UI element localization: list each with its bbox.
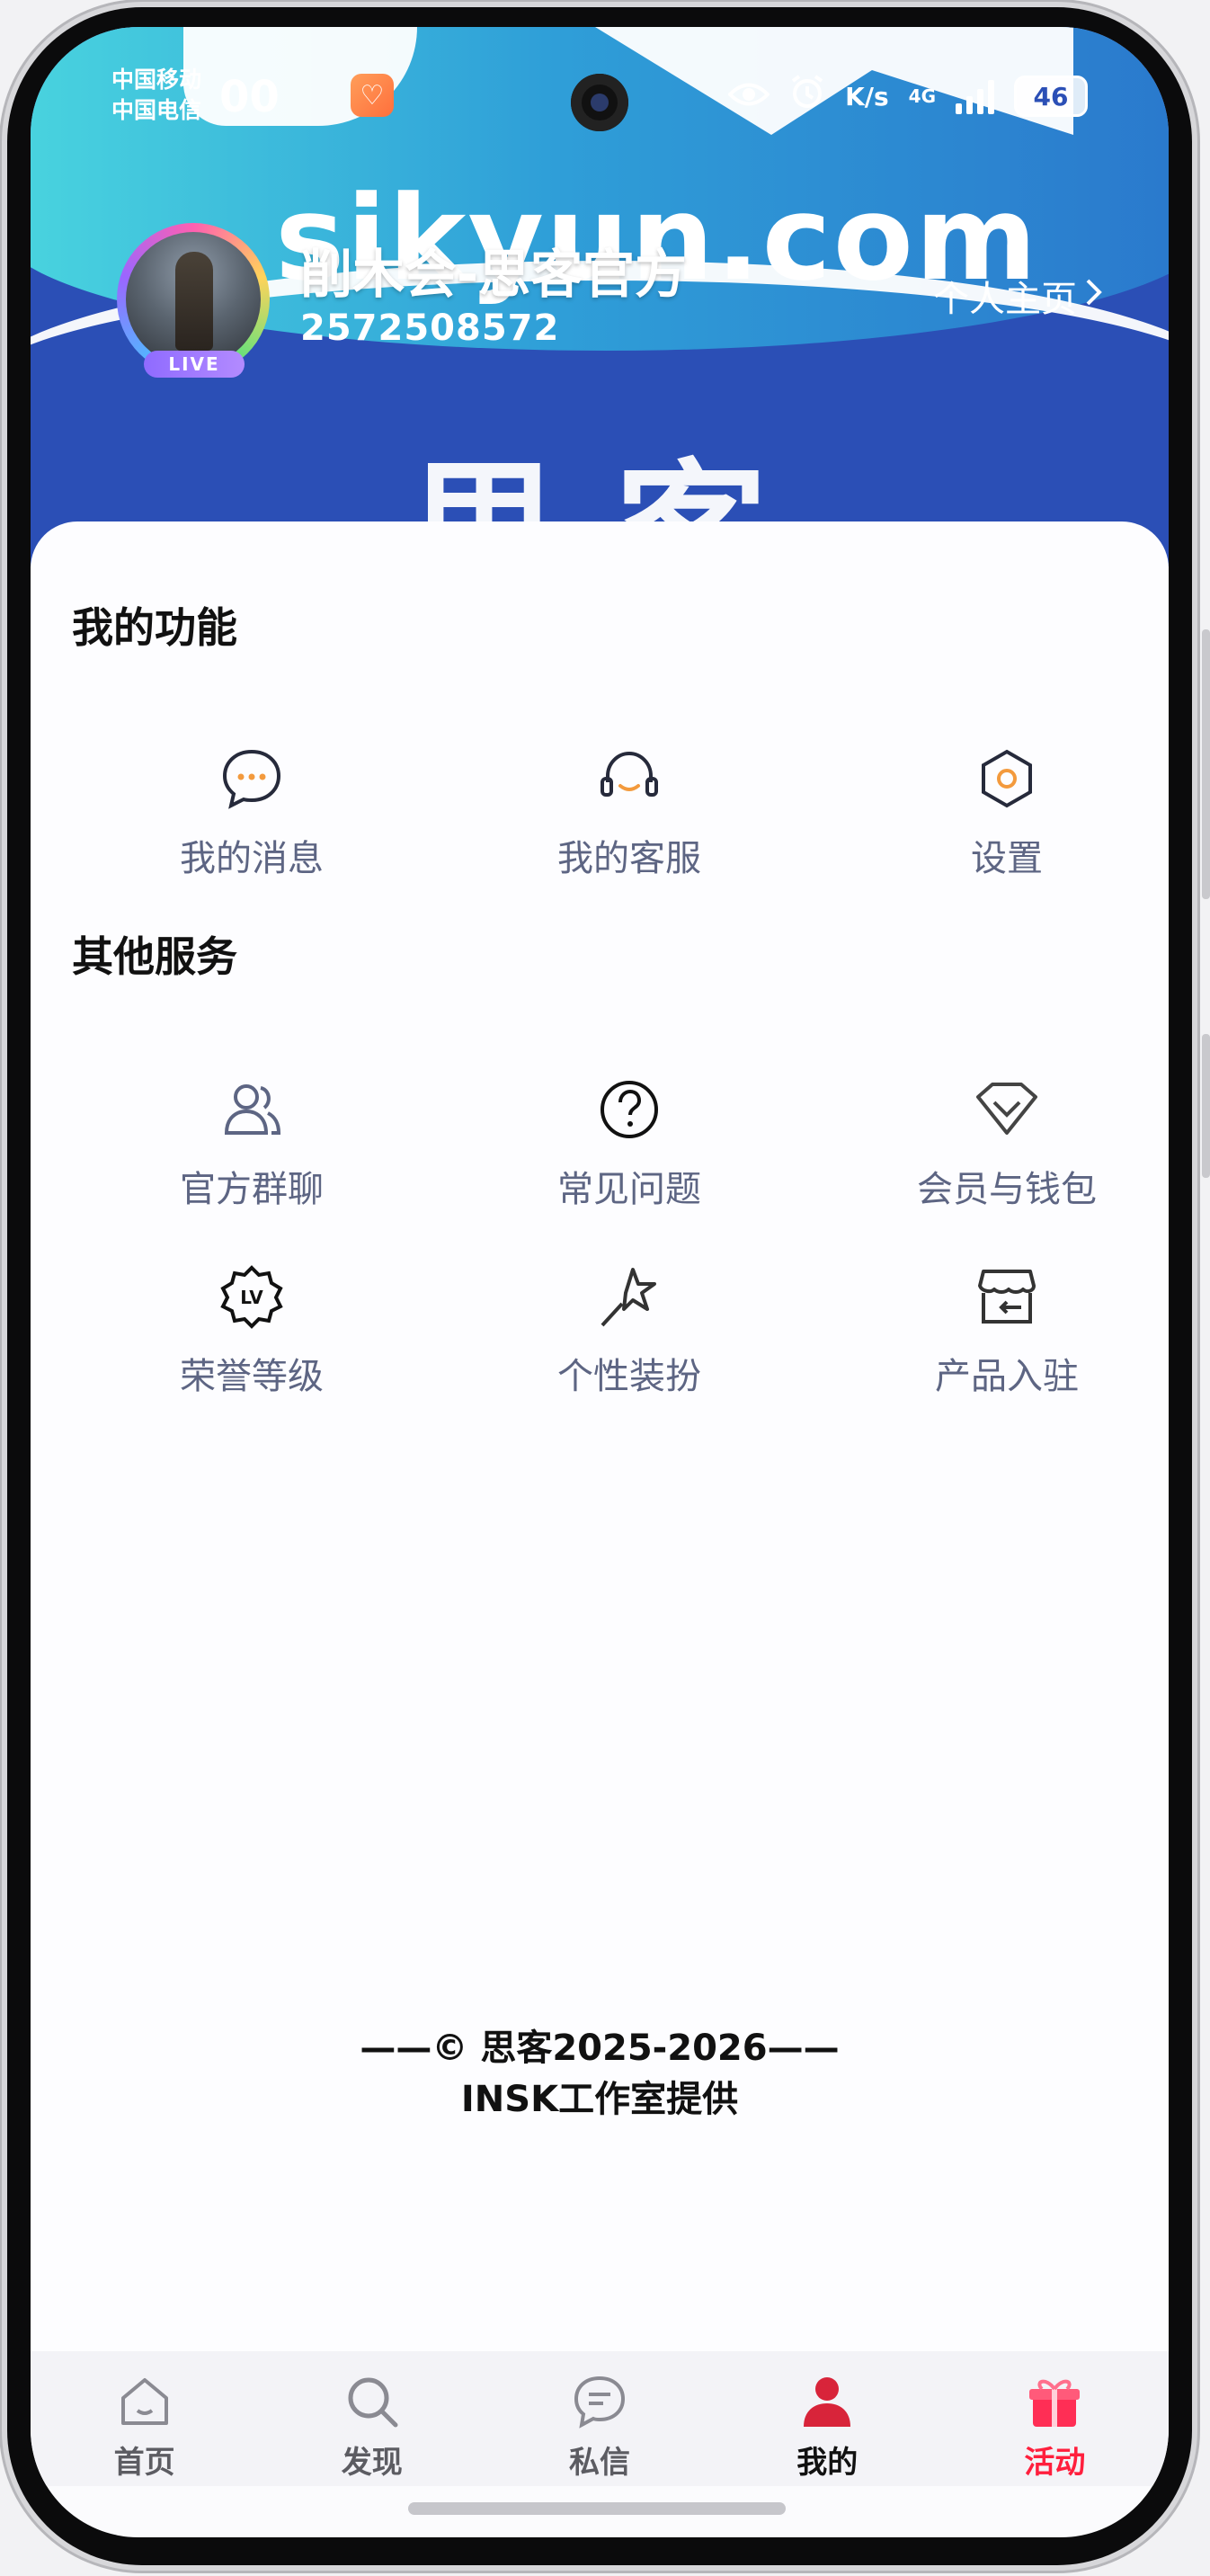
- menu-item-membership-wallet[interactable]: 会员与钱包: [872, 1077, 1142, 1221]
- profile-id: 2572508572: [300, 308, 560, 349]
- search-icon: [348, 2377, 398, 2428]
- battery-icon: 46: [1014, 76, 1088, 117]
- profile-name: 削木会-思客官方: [300, 244, 688, 305]
- group-icon: [224, 1084, 281, 1135]
- copyright-text: ——© 思客2025-2026——: [360, 2028, 840, 2069]
- front-camera: [571, 74, 628, 131]
- homepage-link[interactable]: 个人主页: [933, 270, 1104, 322]
- signal-icon: [956, 78, 994, 114]
- tab-messages[interactable]: 私信: [485, 2351, 713, 2486]
- avatar-image: [126, 232, 261, 367]
- bottom-tab-bar: 首页 发现 私信 我的 活动: [31, 2351, 1169, 2486]
- tab-label: 发现: [341, 2445, 403, 2481]
- menu-item-faq[interactable]: 常见问题: [494, 1077, 764, 1221]
- menu-item-official-group[interactable]: 官方群聊: [117, 1077, 387, 1221]
- menu-item-label: 荣誉等级: [180, 1356, 324, 1397]
- status-bar: 中国移动 中国电信 00 ♡ K/s 4G 46: [31, 27, 1169, 153]
- chevron-right-icon: [1084, 275, 1104, 316]
- svg-text:LV: LV: [240, 1287, 263, 1308]
- menu-item-settings[interactable]: 设置: [872, 746, 1142, 890]
- network-type: 4G: [908, 85, 936, 107]
- hexagon-settings-icon: [982, 749, 1032, 808]
- tab-mine[interactable]: 我的: [714, 2351, 941, 2486]
- health-app-icon: ♡: [351, 74, 394, 117]
- carrier-label: 中国电信: [111, 97, 202, 123]
- power-button: [1202, 1034, 1210, 1178]
- menu-item-honor-level[interactable]: LV 荣誉等级: [117, 1264, 387, 1408]
- gift-icon: [1029, 2379, 1081, 2427]
- home-indicator[interactable]: [408, 2502, 786, 2515]
- alarm-icon: [789, 74, 825, 119]
- message-icon: [574, 2375, 626, 2429]
- lv-badge-icon: LV: [220, 1265, 283, 1329]
- tab-label: 私信: [569, 2445, 630, 2481]
- section-title-other-services: 其他服务: [72, 932, 237, 981]
- menu-item-label: 官方群聊: [180, 1169, 324, 1210]
- user-icon: [804, 2377, 851, 2427]
- question-icon: [601, 1081, 658, 1138]
- carrier-info: 中国移动 中国电信: [111, 65, 201, 126]
- menu-item-customer-service[interactable]: 我的客服: [494, 746, 764, 890]
- menu-item-personal-decor[interactable]: 个性装扮: [494, 1264, 764, 1408]
- section-title-my-functions: 我的功能: [72, 603, 237, 652]
- menu-item-label: 个性装扮: [557, 1356, 701, 1397]
- volume-button: [1202, 629, 1210, 899]
- menu-item-label: 我的客服: [557, 838, 701, 879]
- tab-activity[interactable]: 活动: [941, 2351, 1169, 2486]
- tab-home[interactable]: 首页: [31, 2351, 258, 2486]
- studio-credit: INSK工作室提供: [460, 2079, 739, 2120]
- carrier-label: 中国移动: [111, 67, 202, 93]
- tab-label: 首页: [113, 2445, 175, 2481]
- menu-item-label: 会员与钱包: [917, 1169, 1097, 1210]
- content-card: 我的功能 我的消息 我的客服 设置 其他服务 官方群聊 常见问题 会员与钱包 L…: [31, 521, 1169, 2374]
- headset-icon: [601, 751, 658, 797]
- menu-item-label: 产品入驻: [935, 1356, 1079, 1397]
- tab-discover[interactable]: 发现: [258, 2351, 485, 2486]
- menu-item-product-entry[interactable]: 产品入驻: [872, 1264, 1142, 1408]
- device-frame: sikyun.com 思客 中国移动 中国电信 00 ♡ K/s 4G 46 L…: [0, 0, 1210, 2576]
- screen: sikyun.com 思客 中国移动 中国电信 00 ♡ K/s 4G 46 L…: [31, 27, 1169, 2537]
- tab-label: 我的: [796, 2445, 859, 2481]
- home-icon: [120, 2378, 168, 2425]
- menu-item-label: 我的消息: [180, 838, 324, 879]
- homepage-link-label: 个人主页: [933, 279, 1077, 320]
- status-icons: K/s 4G 46: [727, 74, 1088, 119]
- magic-wand-icon: [601, 1268, 656, 1327]
- menu-item-label: 设置: [971, 838, 1043, 879]
- status-time: 00: [219, 72, 280, 122]
- store-icon: [978, 1270, 1036, 1324]
- network-speed: K/s: [845, 81, 889, 111]
- chat-bubble-icon: [222, 749, 281, 809]
- diamond-icon: [976, 1083, 1037, 1135]
- tab-label: 活动: [1024, 2445, 1086, 2481]
- menu-item-label: 常见问题: [557, 1169, 701, 1210]
- menu-item-my-messages[interactable]: 我的消息: [117, 746, 387, 890]
- live-badge: LIVE: [144, 351, 245, 378]
- eye-icon: [727, 76, 770, 117]
